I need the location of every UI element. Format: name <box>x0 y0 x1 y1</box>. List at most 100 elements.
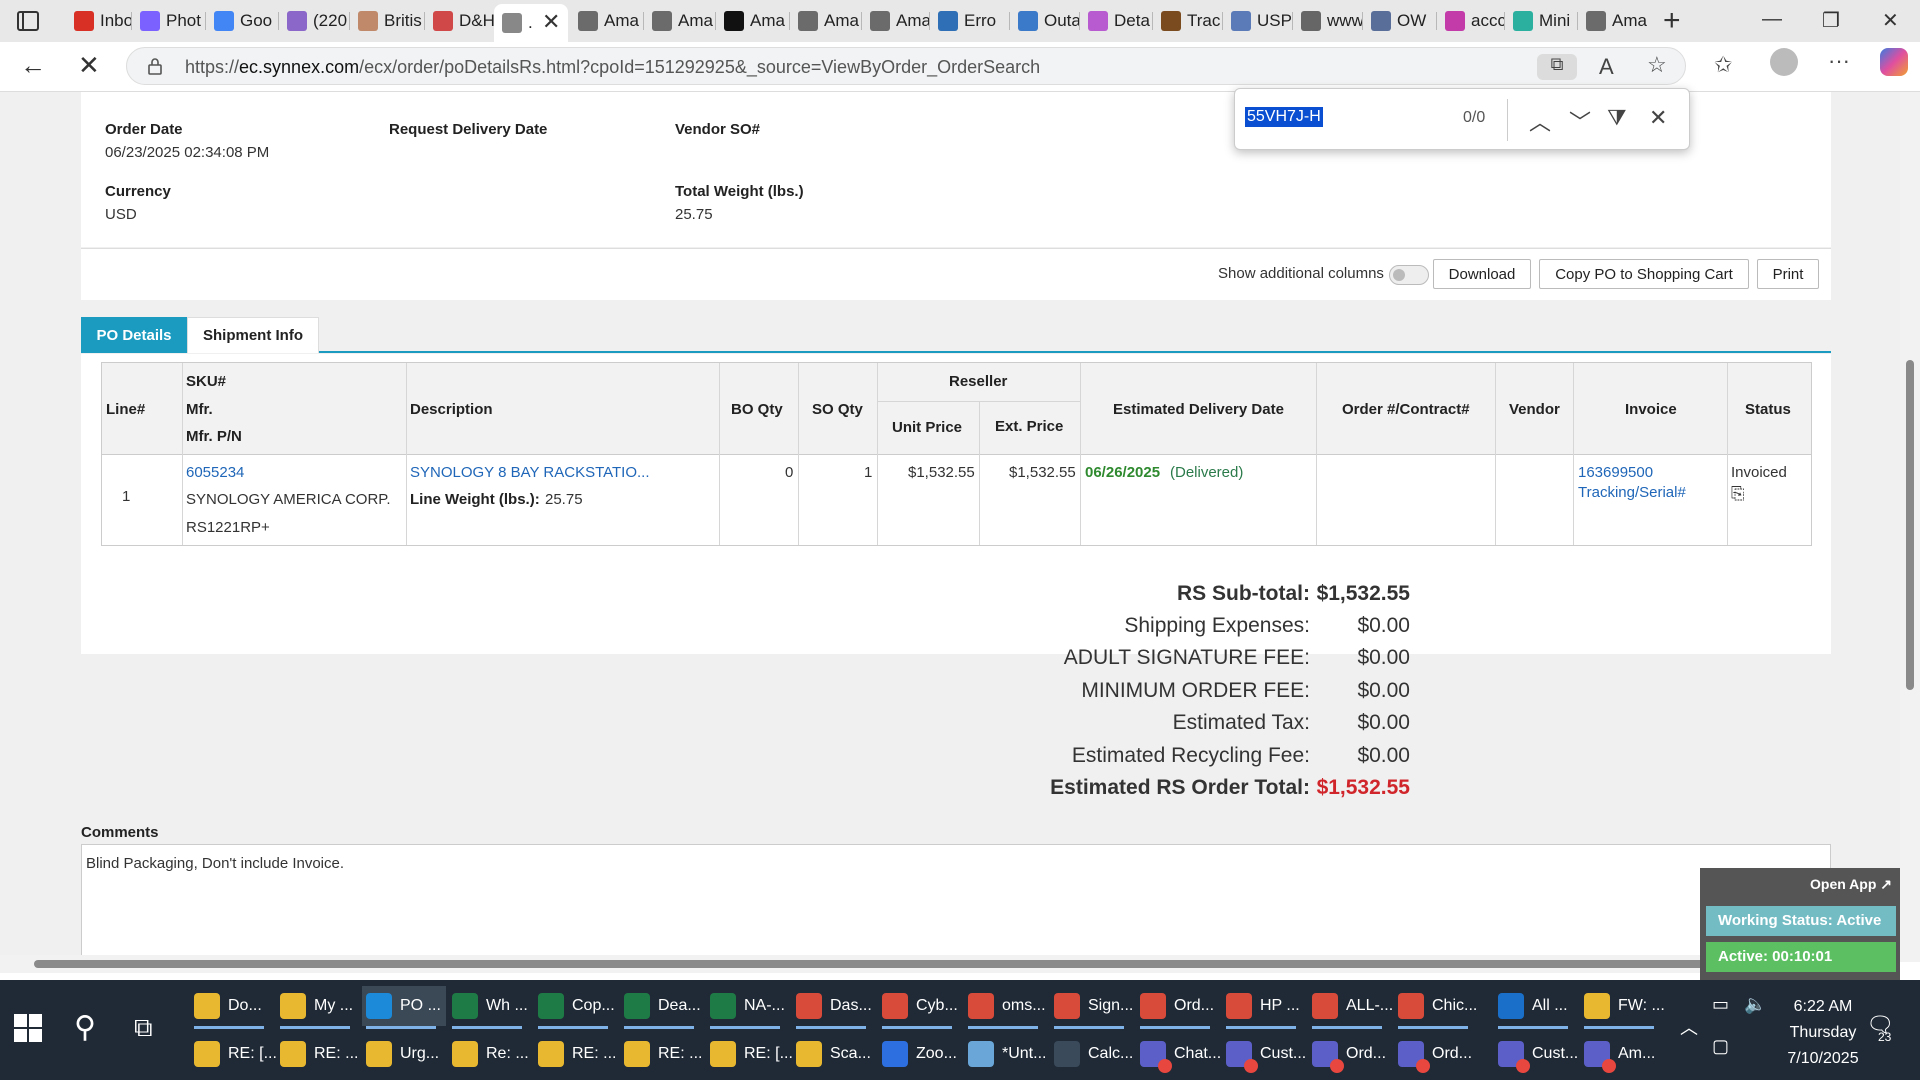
copy-po-button[interactable]: Copy PO to Shopping Cart <box>1539 259 1749 289</box>
browser-tab[interactable]: Inbo <box>66 6 132 36</box>
taskbar-app-button[interactable]: RE: ... <box>620 1034 704 1074</box>
browser-tab[interactable]: (220 <box>279 6 350 36</box>
taskbar-app-button[interactable]: HP ... <box>1222 986 1306 1029</box>
browser-tab[interactable]: www <box>1293 6 1363 36</box>
tab-po-details[interactable]: PO Details <box>81 317 187 353</box>
taskbar-app-button[interactable]: oms... <box>964 986 1048 1029</box>
header-est-delivery[interactable]: Estimated Delivery Date <box>1113 401 1284 418</box>
taskbar-app-button[interactable]: NA-... <box>706 986 790 1029</box>
browser-tab[interactable]: Britis <box>350 6 425 36</box>
browser-tab[interactable]: Outa <box>1010 6 1080 36</box>
taskbar-app-button[interactable]: Ord... <box>1308 1034 1392 1074</box>
browser-tab[interactable]: Ama <box>790 6 862 36</box>
taskbar-app-button[interactable]: Cop... <box>534 986 618 1029</box>
taskbar-app-button[interactable]: Dea... <box>620 986 704 1029</box>
horizontal-scrollbar[interactable] <box>0 955 1900 973</box>
browser-tab[interactable]: Erro <box>930 6 1010 36</box>
browser-tab[interactable]: accc <box>1437 6 1505 36</box>
browser-tab[interactable]: USP <box>1223 6 1293 36</box>
taskbar-app-button[interactable]: Zoo... <box>878 1034 962 1074</box>
taskbar-app-button[interactable]: My ... <box>276 986 360 1029</box>
header-description[interactable]: Description <box>410 401 493 418</box>
find-next-icon[interactable]: ﹀ <box>1569 105 1591 137</box>
taskbar-app-button[interactable]: Wh ... <box>448 986 532 1029</box>
taskbar-app-button[interactable]: Chic... <box>1394 986 1478 1029</box>
taskbar-app-button[interactable]: All ... <box>1494 986 1578 1029</box>
taskbar-app-button[interactable]: Sign... <box>1050 986 1134 1029</box>
browser-tab[interactable]: Ama <box>1578 6 1652 36</box>
taskbar-app-button[interactable]: RE: [... <box>706 1034 793 1074</box>
horizontal-scroll-thumb[interactable] <box>34 960 1894 968</box>
header-vendor[interactable]: Vendor <box>1509 401 1560 418</box>
taskbar-app-button[interactable]: Re: ... <box>448 1034 532 1074</box>
header-bo-qty[interactable]: BO Qty <box>731 401 783 418</box>
more-menu-icon[interactable]: ··· <box>1828 48 1850 74</box>
header-invoice[interactable]: Invoice <box>1625 401 1677 418</box>
volume-icon[interactable]: 🔈 <box>1744 994 1766 1015</box>
find-previous-icon[interactable]: ︿ <box>1529 105 1551 137</box>
taskbar-app-button[interactable]: Do... <box>190 986 274 1029</box>
taskbar-app-button[interactable]: Cyb... <box>878 986 962 1029</box>
back-icon[interactable]: ← <box>20 50 46 81</box>
browser-tab[interactable]: D&H <box>425 6 494 36</box>
browser-tab[interactable]: Trac <box>1153 6 1223 36</box>
browser-tab[interactable]: Goo <box>206 6 279 36</box>
system-clock[interactable]: 6:22 AM Thursday 7/10/2025 <box>1768 994 1878 1072</box>
desktop-icon[interactable]: ▢ <box>1712 1036 1729 1057</box>
print-button[interactable]: Print <box>1757 259 1819 289</box>
tab-shipment-info[interactable]: Shipment Info <box>187 317 319 353</box>
header-mfr-pn[interactable]: Mfr. P/N <box>186 428 242 445</box>
header-ext-price[interactable]: Ext. Price <box>995 418 1063 435</box>
taskbar-app-button[interactable]: PO ... <box>362 986 446 1029</box>
document-icon[interactable]: ⎘ <box>1731 484 1745 504</box>
window-close-icon[interactable]: ✕ <box>1882 8 1899 33</box>
header-unit-price[interactable]: Unit Price <box>892 419 962 436</box>
header-status[interactable]: Status <box>1745 401 1791 418</box>
download-button[interactable]: Download <box>1433 259 1531 289</box>
header-order-contract[interactable]: Order #/Contract# <box>1342 401 1470 418</box>
header-mfr[interactable]: Mfr. <box>186 401 213 418</box>
row-description-link[interactable]: SYNOLOGY 8 BAY RACKSTATIO... <box>410 464 650 481</box>
row-invoice-link[interactable]: 163699500 <box>1578 464 1653 481</box>
address-bar[interactable]: https://ec.synnex.com/ecx/order/poDetail… <box>126 47 1686 85</box>
taskbar-app-button[interactable]: Ord... <box>1136 986 1220 1029</box>
vertical-scrollbar[interactable] <box>1900 92 1920 962</box>
browser-tab[interactable]: Ama <box>570 6 644 36</box>
browser-tab[interactable]: Ama <box>862 6 930 36</box>
open-app-link[interactable]: Open App ↗ <box>1810 876 1892 893</box>
taskbar-app-button[interactable]: Sca... <box>792 1034 876 1074</box>
read-aloud-icon[interactable]: A <box>1599 54 1614 80</box>
browser-tab[interactable]: Mini <box>1505 6 1578 36</box>
show-columns-toggle[interactable] <box>1389 265 1429 285</box>
maximize-icon[interactable]: ❐ <box>1822 8 1840 33</box>
network-icon[interactable]: ▭ <box>1712 994 1729 1015</box>
close-tab-icon[interactable]: ✕ <box>542 9 560 35</box>
minimize-icon[interactable]: — <box>1762 8 1782 31</box>
taskbar-app-button[interactable]: Calc... <box>1050 1034 1134 1074</box>
find-close-icon[interactable]: ✕ <box>1649 105 1667 131</box>
taskbar-app-button[interactable]: FW: ... <box>1580 986 1665 1029</box>
browser-tab[interactable]: OW <box>1363 6 1437 36</box>
favorites-icon[interactable]: ✩ <box>1714 52 1732 78</box>
profile-avatar[interactable] <box>1770 48 1798 76</box>
tab-actions-icon[interactable] <box>16 10 40 32</box>
taskbar-app-button[interactable]: RE: ... <box>276 1034 360 1074</box>
taskbar-app-button[interactable]: Cust... <box>1494 1034 1578 1074</box>
stop-loading-icon[interactable]: ✕ <box>78 50 100 81</box>
find-filter-icon[interactable]: ⧩ <box>1607 105 1627 131</box>
task-view-icon[interactable]: ⧉ <box>134 1012 153 1044</box>
url-text[interactable]: https://ec.synnex.com/ecx/order/poDetail… <box>185 57 1040 78</box>
taskbar-app-button[interactable]: Urg... <box>362 1034 446 1074</box>
header-so-qty[interactable]: SO Qty <box>812 401 863 418</box>
working-status-badge[interactable]: Working Status: Active <box>1706 906 1896 936</box>
search-icon[interactable]: ⚲ <box>74 1010 96 1045</box>
copilot-icon[interactable] <box>1880 48 1908 76</box>
taskbar-app-button[interactable]: Chat... <box>1136 1034 1221 1074</box>
vertical-scroll-thumb[interactable] <box>1906 360 1914 690</box>
lock-icon[interactable] <box>147 57 163 75</box>
row-sku-link[interactable]: 6055234 <box>186 464 244 481</box>
find-input[interactable]: 55VH7J-H <box>1245 107 1323 127</box>
taskbar-app-button[interactable]: RE: [... <box>190 1034 277 1074</box>
favorite-star-icon[interactable]: ☆ <box>1647 52 1667 78</box>
taskbar-app-button[interactable]: Cust... <box>1222 1034 1306 1074</box>
